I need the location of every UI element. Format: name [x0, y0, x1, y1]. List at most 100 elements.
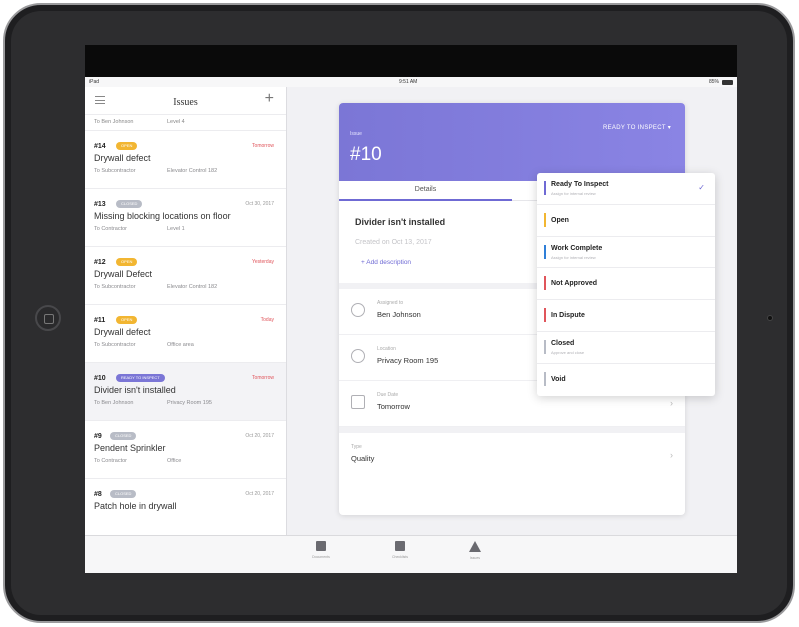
screen: iPad 9:51 AM 85% Issues + To Ben Johnson…: [85, 45, 737, 573]
issue-list-item[interactable]: #10 Ready to inspect Tomorrow Divider isn't…: [85, 363, 286, 421]
status-bar: iPad 9:51 AM 85%: [85, 77, 737, 87]
location-text: Level 1: [167, 226, 185, 232]
home-button[interactable]: [35, 305, 61, 331]
checklist-icon: [395, 541, 405, 551]
status-option[interactable]: Open: [537, 205, 715, 237]
due-date: Tomorrow: [252, 375, 274, 381]
issue-list-item[interactable]: #14 Open Tomorrow Drywall defect To Subcontr…: [85, 131, 286, 189]
due-date-label: Due Date: [377, 392, 399, 398]
status-option[interactable]: Ready To Inspect Assign for internal revi…: [537, 173, 715, 205]
status-option[interactable]: Work Complete Assign for internal review: [537, 237, 715, 269]
location-text: Level 4: [167, 119, 185, 125]
issue-list-item[interactable]: #13 Closed Oct 30, 2017 Missing blocking lo…: [85, 189, 286, 247]
bottom-tab-bar: Documents Checklists Issues: [85, 535, 737, 573]
assigned-value: Ben Johnson: [377, 310, 421, 319]
tab-documents[interactable]: Documents: [301, 541, 341, 559]
status-option[interactable]: Closed Approve and close: [537, 332, 715, 364]
sidebar-title: Issues: [173, 97, 198, 108]
issue-title: Patch hole in drywall: [94, 501, 177, 511]
add-issue-button[interactable]: +: [265, 91, 274, 107]
tab-checklists[interactable]: Checklists: [380, 541, 420, 559]
issue-title: Drywall Defect: [94, 269, 153, 279]
location-pin-icon: [351, 349, 365, 363]
ipad-frame: iPad 9:51 AM 85% Issues + To Ben Johnson…: [3, 3, 795, 623]
status-option-description: Assign for internal review: [551, 254, 596, 260]
status-badge: Open: [116, 142, 138, 150]
clock: 9:51 AM: [399, 79, 418, 85]
camera-dot: [767, 315, 773, 321]
status-color-bar: [544, 308, 546, 323]
status-option-label: Closed: [551, 339, 575, 347]
chevron-right-icon: ›: [670, 398, 673, 408]
issue-title: Pendent Sprinkler: [94, 443, 166, 453]
assignee-text: To Subcontractor: [94, 168, 136, 174]
status-option[interactable]: In Dispute: [537, 300, 715, 332]
issue-title[interactable]: Divider isn't installed: [355, 217, 445, 227]
due-date: Yesterday: [251, 259, 274, 265]
issue-label: Issue: [350, 131, 362, 137]
list-item[interactable]: To Ben Johnson Level 4: [85, 115, 286, 131]
device-name: iPad: [89, 79, 100, 85]
due-date: Today: [260, 317, 274, 323]
issue-number: #9: [94, 433, 102, 440]
due-date: Oct 30, 2017: [245, 201, 274, 207]
status-option[interactable]: Not Approved: [537, 268, 715, 301]
status-color-bar: [544, 371, 546, 386]
issue-list-item[interactable]: #9 Closed Oct 20, 2017 Pendent Sprinkler To …: [85, 421, 286, 479]
type-row[interactable]: Type Quality ›: [339, 433, 685, 479]
issue-number: #14: [94, 143, 106, 150]
documents-icon: [316, 541, 326, 551]
status-color-bar: [544, 181, 546, 195]
tab-details[interactable]: Details: [339, 181, 512, 201]
issue-list-item[interactable]: #11 Open Today Drywall defect To Subcontract…: [85, 305, 286, 363]
issue-list-item[interactable]: #8 Closed Oct 20, 2017 Patch hole in drywal…: [85, 479, 286, 535]
status-badge: Open: [116, 316, 138, 324]
battery-icon: [722, 79, 733, 85]
type-value: Quality: [351, 454, 375, 463]
assignee-text: To Ben Johnson: [94, 400, 134, 406]
sidebar-header: Issues +: [85, 87, 286, 115]
issue-title: Missing blocking locations on floor: [94, 211, 231, 221]
status-badge: Open: [116, 258, 138, 266]
assignee-text: To Contractor: [94, 458, 128, 464]
location-text: Office: [167, 458, 182, 464]
status-option-description: Approve and close: [551, 349, 585, 355]
location-text: Office area: [167, 342, 194, 348]
status-selector[interactable]: READY TO INSPECT ▾: [603, 124, 671, 131]
issue-list-item[interactable]: #12 Open Yesterday Drywall Defect To Subcont…: [85, 247, 286, 305]
chevron-down-icon: ▾: [667, 125, 671, 131]
issue-number: #12: [94, 259, 106, 266]
assignee-text: To Ben Johnson: [94, 119, 134, 125]
location-label: Location: [377, 346, 396, 352]
due-date: Oct 20, 2017: [245, 491, 274, 497]
status-option[interactable]: Void: [537, 364, 715, 396]
status-option-label: In Dispute: [551, 312, 585, 320]
warning-icon: [469, 541, 481, 552]
assignee-text: To Subcontractor: [94, 284, 136, 290]
issue-header: Issue #10 READY TO INSPECT ▾: [339, 103, 685, 181]
status-badge: Closed: [116, 200, 143, 208]
issue-number: #13: [94, 201, 106, 208]
tab-label: Checklists: [392, 555, 408, 559]
due-date-value: Tomorrow: [377, 402, 410, 411]
status-color-bar: [544, 339, 546, 354]
status-badge: Closed: [110, 490, 137, 498]
status-badge: Closed: [110, 432, 137, 440]
add-description-link[interactable]: + Add description: [361, 259, 411, 266]
assignee-text: To Subcontractor: [94, 342, 136, 348]
issue-title: Drywall defect: [94, 153, 151, 163]
issue-number: #10: [350, 144, 382, 165]
issue-number: #11: [94, 317, 106, 324]
assignee-text: To Contractor: [94, 226, 128, 232]
status-option-label: Work Complete: [551, 244, 603, 252]
chevron-right-icon: ›: [670, 450, 673, 460]
status-option-description: Assign for internal review: [551, 191, 596, 196]
due-date: Tomorrow: [252, 143, 274, 149]
user-icon: [351, 303, 365, 317]
assigned-label: Assigned to: [377, 300, 404, 306]
location-text: Elevator Control 182: [167, 168, 218, 174]
issue-number: #8: [94, 491, 102, 498]
issue-number: #10: [94, 375, 106, 382]
status-option-label: Void: [551, 375, 566, 383]
tab-issues[interactable]: Issues: [455, 541, 495, 560]
